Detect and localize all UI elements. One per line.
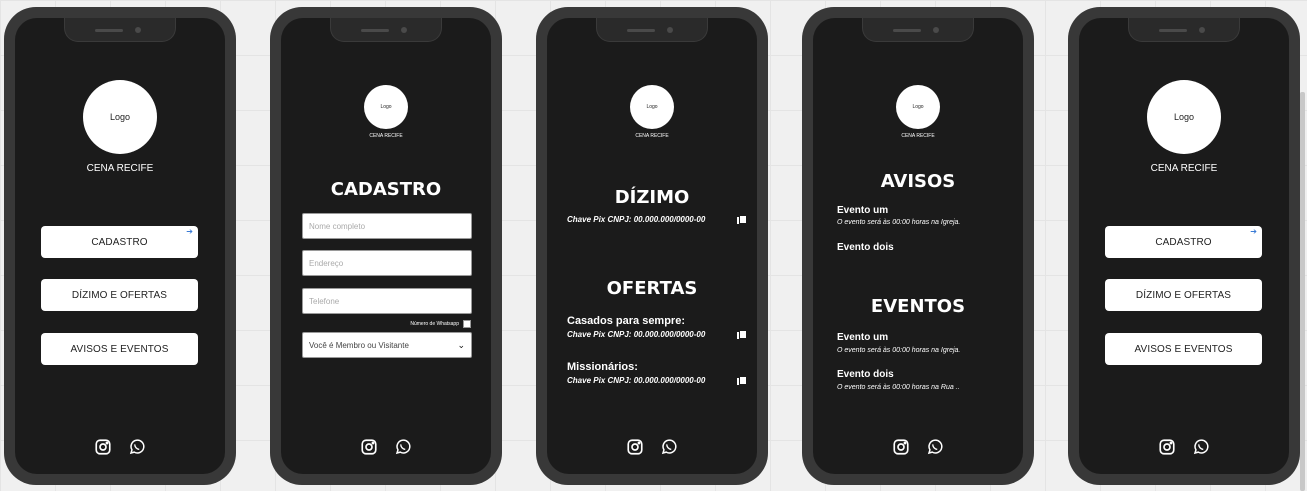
whatsapp-icon[interactable] (660, 438, 678, 456)
brand-name: CENA RECIFE (1150, 163, 1218, 174)
evento1-desc: O evento será às 00:00 horas na Igreja. (837, 347, 961, 354)
whatsapp-checkbox[interactable] (463, 320, 471, 328)
evento1-title: Evento um (837, 332, 889, 343)
address-input[interactable]: Endereço (302, 250, 472, 276)
brand-name: CENA RECIFE (901, 133, 935, 139)
evento2-desc: O evento será às 00:00 horas na Rua .. (837, 384, 960, 391)
brand-name: CENA RECIFE (86, 163, 154, 174)
instagram-icon[interactable] (94, 438, 112, 456)
cadastro-button-label: CADASTRO (1155, 236, 1212, 248)
chevron-down-icon: ⌄ (457, 339, 465, 350)
cadastro-button[interactable]: CADASTRO ➔ (41, 226, 198, 258)
social-links (813, 438, 1023, 456)
page-scrollbar[interactable] (1300, 92, 1305, 491)
arrow-up-right-icon: ➔ (1250, 227, 1257, 236)
oferta1-pix-row: Chave Pix CNPJ: 00.000.000/0000-00 (567, 330, 747, 339)
screen-cadastro: Logo CENA RECIFE CADASTRO Nome completo … (281, 18, 491, 474)
oferta2-pix-row: Chave Pix CNPJ: 00.000.000/0000-00 (567, 376, 747, 385)
dizimo-title: DÍZIMO (614, 187, 690, 208)
whatsapp-label: Número de Whatsapp (410, 321, 459, 327)
social-links (1079, 438, 1289, 456)
dizimo-pix-row: Chave Pix CNPJ: 00.000.000/0000-00 (567, 215, 747, 224)
phone-dizimo: Logo CENA RECIFE DÍZIMO Chave Pix CNPJ: … (536, 7, 768, 485)
avisos-eventos-button[interactable]: AVISOS E EVENTOS (1105, 333, 1262, 365)
social-links (15, 438, 225, 456)
page-title: CADASTRO (330, 179, 442, 200)
whatsapp-checkbox-row: Número de Whatsapp (410, 320, 471, 328)
instagram-icon[interactable] (360, 438, 378, 456)
arrow-up-right-icon: ➔ (186, 227, 193, 236)
member-select-value: Você é Membro ou Visitante (309, 340, 409, 350)
phone-home: Logo CENA RECIFE CADASTRO ➔ DÍZIMO E OFE… (4, 7, 236, 485)
aviso1-title: Evento um (837, 205, 889, 216)
instagram-icon[interactable] (626, 438, 644, 456)
social-links (281, 438, 491, 456)
logo: Logo (1147, 80, 1221, 154)
whatsapp-icon[interactable] (128, 438, 146, 456)
notch (330, 18, 442, 42)
phone-home-2: Logo CENA RECIFE CADASTRO ➔ DÍZIMO E OFE… (1068, 7, 1300, 485)
oferta2-pix: Chave Pix CNPJ: 00.000.000/0000-00 (567, 376, 706, 385)
instagram-icon[interactable] (1158, 438, 1176, 456)
logo: Logo (630, 85, 674, 129)
copy-icon[interactable] (737, 215, 747, 224)
dizimo-ofertas-button[interactable]: DÍZIMO E OFERTAS (1105, 279, 1262, 311)
aviso1-desc: O evento será às 00:00 horas na Igreja. (837, 219, 961, 226)
member-select[interactable]: Você é Membro ou Visitante ⌄ (302, 332, 472, 358)
dizimo-ofertas-button[interactable]: DÍZIMO E OFERTAS (41, 279, 198, 311)
avisos-title: AVISOS (880, 171, 956, 192)
logo: Logo (896, 85, 940, 129)
whatsapp-icon[interactable] (1192, 438, 1210, 456)
notch (596, 18, 708, 42)
phone-input[interactable]: Telefone (302, 288, 472, 314)
oferta1-title: Casados para sempre: (567, 315, 685, 327)
whatsapp-icon[interactable] (394, 438, 412, 456)
avisos-eventos-button[interactable]: AVISOS E EVENTOS (41, 333, 198, 365)
dizimo-pix: Chave Pix CNPJ: 00.000.000/0000-00 (567, 215, 706, 224)
phone-cadastro: Logo CENA RECIFE CADASTRO Nome completo … (270, 7, 502, 485)
instagram-icon[interactable] (892, 438, 910, 456)
cadastro-button[interactable]: CADASTRO ➔ (1105, 226, 1262, 258)
screen-home-2: Logo CENA RECIFE CADASTRO ➔ DÍZIMO E OFE… (1079, 18, 1289, 474)
copy-icon[interactable] (737, 330, 747, 339)
phone-avisos: Logo CENA RECIFE AVISOS Evento um O even… (802, 7, 1034, 485)
logo: Logo (364, 85, 408, 129)
aviso2-title: Evento dois (837, 242, 894, 253)
screen-avisos: Logo CENA RECIFE AVISOS Evento um O even… (813, 18, 1023, 474)
oferta1-pix: Chave Pix CNPJ: 00.000.000/0000-00 (567, 330, 706, 339)
brand-name: CENA RECIFE (369, 133, 403, 139)
oferta2-title: Missionários: (567, 361, 638, 373)
name-input[interactable]: Nome completo (302, 213, 472, 239)
cadastro-button-label: CADASTRO (91, 236, 148, 248)
copy-icon[interactable] (737, 376, 747, 385)
eventos-title: EVENTOS (870, 296, 966, 317)
social-links (547, 438, 757, 456)
ofertas-title: OFERTAS (606, 278, 698, 299)
notch (862, 18, 974, 42)
logo: Logo (83, 80, 157, 154)
brand-name: CENA RECIFE (635, 133, 669, 139)
whatsapp-icon[interactable] (926, 438, 944, 456)
evento2-title: Evento dois (837, 369, 894, 380)
screen-dizimo: Logo CENA RECIFE DÍZIMO Chave Pix CNPJ: … (547, 18, 757, 474)
screen-home: Logo CENA RECIFE CADASTRO ➔ DÍZIMO E OFE… (15, 18, 225, 474)
notch (64, 18, 176, 42)
notch (1128, 18, 1240, 42)
